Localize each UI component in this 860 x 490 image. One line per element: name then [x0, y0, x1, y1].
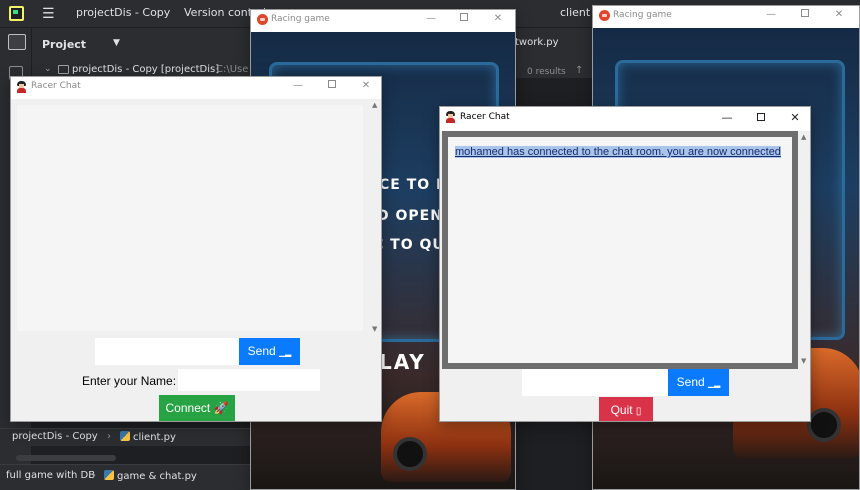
maximize-button[interactable]	[322, 80, 342, 91]
scroll-down-icon[interactable]: ▼	[801, 357, 806, 365]
close-button[interactable]: ✕	[829, 9, 849, 20]
project-panel-title[interactable]: Project	[42, 38, 86, 51]
breadcrumb-folder[interactable]: full game with DB	[6, 470, 95, 481]
breadcrumb-file[interactable]: game & chat.py	[104, 470, 197, 482]
game-app-icon	[599, 10, 610, 21]
menu-line-start: CE TO P	[379, 177, 448, 193]
chat-messages-area[interactable]	[17, 105, 363, 331]
close-button[interactable]: ✕	[785, 111, 805, 124]
tree-item-path: C:\Use	[216, 64, 249, 75]
breadcrumb-project[interactable]: projectDis - Copy	[12, 431, 98, 442]
chevron-down-icon[interactable]: ⌄	[44, 64, 52, 74]
connect-button[interactable]: Connect 🚀	[159, 395, 235, 421]
close-button[interactable]: ✕	[488, 13, 508, 24]
name-input[interactable]	[178, 369, 320, 391]
editor-tab-file[interactable]: twork.py	[515, 37, 559, 48]
maximize-button[interactable]	[454, 13, 474, 24]
car-wheel	[807, 408, 841, 442]
window-titlebar[interactable]: Racer Chat — ✕	[11, 77, 381, 99]
racer-chat-window: Racer Chat — ✕ ▲ ▼ Send ▁▂ Enter your Na…	[10, 76, 382, 422]
scroll-up-icon[interactable]: ▲	[801, 133, 806, 141]
tree-item-label: projectDis - Copy [projectDis]	[72, 64, 220, 75]
maximize-button[interactable]	[795, 9, 815, 20]
send-button[interactable]: Send ▁▂	[239, 338, 300, 365]
send-icon: ▁▂	[279, 348, 292, 357]
chevron-down-icon[interactable]: ▼	[113, 38, 120, 48]
breadcrumb: projectDis - Copy › client.py	[0, 428, 250, 446]
racer-chat-window-active: Racer Chat — ✕ mohamed has connected to …	[439, 106, 811, 422]
minimize-button[interactable]: —	[288, 80, 308, 91]
name-label: Enter your Name:	[82, 374, 177, 388]
window-title: Racing game	[613, 10, 672, 20]
window-titlebar[interactable]: Racing game — ✕	[251, 10, 515, 32]
main-menu-icon[interactable]: ☰	[42, 6, 55, 22]
car-wheel	[393, 437, 427, 471]
project-selector[interactable]: projectDis - Copy	[76, 6, 170, 19]
message-input[interactable]	[522, 369, 668, 396]
window-titlebar[interactable]: Racer Chat — ✕	[440, 107, 810, 131]
game-app-icon	[257, 14, 268, 25]
chat-scrollbar[interactable]: ▲ ▼	[371, 99, 381, 335]
rocket-icon: 🚀	[213, 401, 229, 415]
send-button[interactable]: Send ▁▂	[668, 369, 729, 396]
python-file-icon	[120, 431, 130, 441]
minimize-button[interactable]: —	[717, 111, 737, 124]
scroll-down-icon[interactable]: ▼	[372, 325, 377, 333]
send-icon: ▁▂	[708, 379, 721, 388]
project-folder-icon[interactable]	[8, 34, 26, 50]
play-text: LAY	[379, 350, 426, 374]
folder-icon	[58, 65, 69, 74]
search-results-count: 0 results	[527, 67, 566, 77]
run-config-selector[interactable]: client	[560, 6, 590, 19]
python-file-icon	[104, 470, 114, 480]
window-title: Racing game	[271, 14, 330, 24]
maximize-button[interactable]	[751, 111, 771, 124]
chat-messages-area[interactable]: mohamed has connected to the chat room. …	[448, 137, 792, 363]
minimize-button[interactable]: —	[421, 13, 441, 24]
window-title: Racer Chat	[31, 81, 81, 91]
status-breadcrumb: full game with DB › game & chat.py	[0, 464, 250, 490]
pycharm-logo-icon[interactable]	[9, 6, 24, 21]
door-icon: ▯	[635, 406, 642, 417]
chat-scrollbar[interactable]: ▲ ▼	[800, 131, 810, 369]
editor-area	[515, 420, 595, 490]
scroll-up-icon[interactable]: ▲	[372, 101, 377, 109]
find-panel: twork.py 0 results ↑	[515, 28, 595, 78]
racer-avatar-icon	[16, 81, 27, 93]
message-input[interactable]	[95, 338, 239, 365]
window-title: Racer Chat	[460, 112, 510, 122]
window-titlebar[interactable]: Racing game — ✕	[593, 6, 859, 28]
chat-message[interactable]: mohamed has connected to the chat room. …	[455, 146, 781, 158]
racer-avatar-icon	[445, 111, 456, 123]
horizontal-scrollbar[interactable]	[16, 455, 116, 461]
previous-occurrence-icon[interactable]: ↑	[575, 65, 583, 76]
minimize-button[interactable]: —	[761, 9, 781, 20]
breadcrumb-separator: ›	[107, 431, 111, 442]
quit-button[interactable]: Quit ▯	[599, 397, 653, 421]
menu-line-quit: C TO QU	[373, 237, 445, 253]
breadcrumb-separator: ›	[92, 470, 96, 481]
close-button[interactable]: ✕	[356, 80, 376, 91]
breadcrumb-file[interactable]: client.py	[120, 431, 176, 443]
